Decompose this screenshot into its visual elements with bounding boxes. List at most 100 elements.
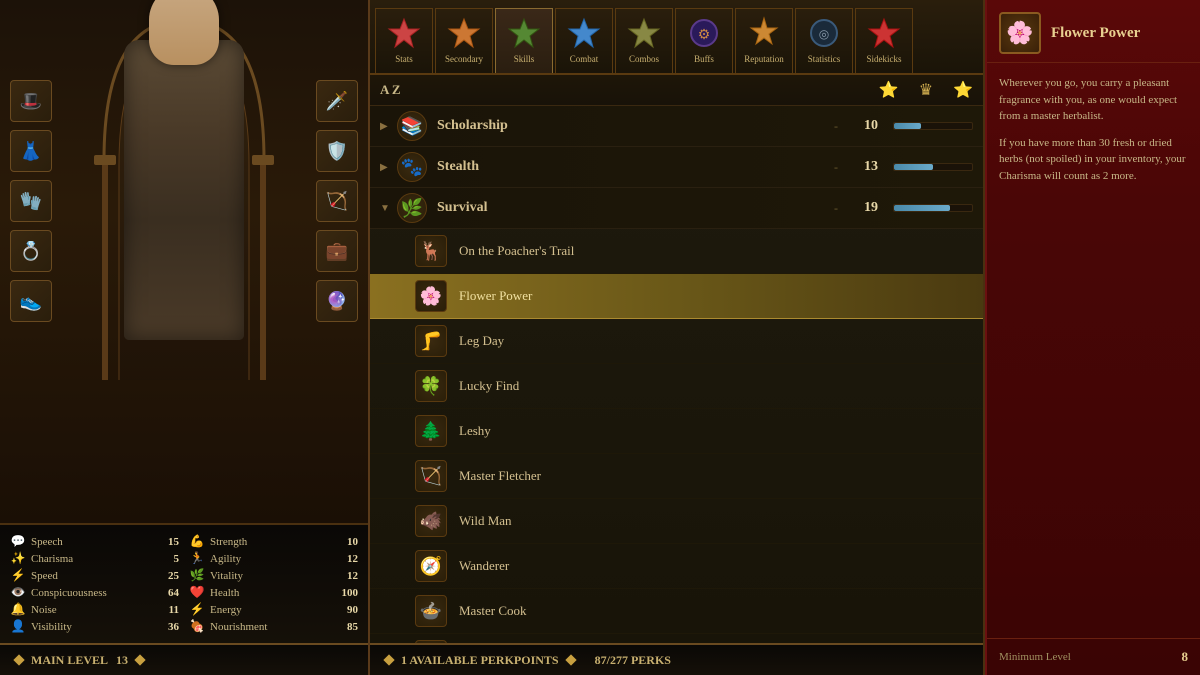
skill-wanderer[interactable]: 🧭 Wanderer	[370, 544, 983, 589]
strength-icon: 💪	[189, 534, 205, 549]
skill-flower-power[interactable]: 🌸 Flower Power	[370, 274, 983, 319]
diamond-icon-left	[13, 654, 24, 665]
health-value: 100	[330, 587, 358, 599]
noise-icon: 🔔	[10, 602, 26, 617]
survival-dash: -	[834, 201, 838, 216]
tab-secondary[interactable]: Secondary	[435, 8, 493, 73]
stat-visibility: 👤 Visibility 36	[10, 618, 179, 635]
skill-name-fletcher: Master Fletcher	[459, 468, 973, 484]
speech-label: Speech	[31, 536, 146, 548]
equip-slot-armor[interactable]: 👗	[10, 130, 52, 172]
filter-star-icon[interactable]: ⭐	[879, 80, 899, 100]
tab-buffs-label: Buffs	[694, 54, 714, 64]
speech-icon: 💬	[10, 534, 26, 549]
skill-wild-man[interactable]: 🐗 Wild Man	[370, 499, 983, 544]
min-level-label: Minimum Level	[999, 651, 1071, 663]
scholarship-dash: -	[834, 119, 838, 134]
skill-name-leg: Leg Day	[459, 333, 973, 349]
stat-vitality: 🌿 Vitality 12	[189, 567, 358, 584]
left-panel: 🎩 👗 🧤 💍 👟 🗡️ 🛡️ 🏹 💼 🔮	[0, 0, 370, 675]
stat-conspicuousness: 👁️ Conspicuousness 64	[10, 584, 179, 601]
skill-on-the-poachers-trail[interactable]: 🦌 On the Poacher's Trail	[370, 229, 983, 274]
skill-bounty-wild[interactable]: 🌾 Bounty of the Wild	[370, 634, 983, 643]
main-level-item: MAIN LEVEL 13	[15, 653, 144, 668]
stat-speed: ⚡ Speed 25	[10, 567, 179, 584]
tab-secondary-icon	[445, 14, 483, 52]
conspicuousness-icon: 👁️	[10, 585, 26, 600]
skills-list[interactable]: ▶ 📚 Scholarship - 10 ▶ 🐾 Stealth - 13	[370, 106, 983, 643]
energy-icon: ⚡	[189, 602, 205, 617]
category-scholarship[interactable]: ▶ 📚 Scholarship - 10	[370, 106, 983, 147]
skill-icon-fletcher: 🏹	[415, 460, 447, 492]
speed-label: Speed	[31, 570, 146, 582]
stealth-bar	[894, 164, 933, 170]
stat-speech: 💬 Speech 15	[10, 533, 179, 550]
skill-master-cook[interactable]: 🍲 Master Cook	[370, 589, 983, 634]
tab-secondary-label: Secondary	[445, 54, 483, 64]
equip-slot-sword[interactable]: 🗡️	[316, 80, 358, 122]
perk-diamond-right	[565, 654, 576, 665]
tab-combat[interactable]: Combat	[555, 8, 613, 73]
perk-points-label: 1 AVAILABLE PERKPOINTS	[401, 653, 559, 668]
vitality-value: 12	[330, 570, 358, 582]
skill-name-wild: Wild Man	[459, 513, 973, 529]
tab-statistics[interactable]: ◎ Statistics	[795, 8, 853, 73]
skill-icon-poacher: 🦌	[415, 235, 447, 267]
skill-lucky-find[interactable]: 🍀 Lucky Find	[370, 364, 983, 409]
stat-nourishment: 🍖 Nourishment 85	[189, 618, 358, 635]
filter-star2-icon[interactable]: ⭐	[953, 80, 973, 100]
stealth-name: Stealth	[437, 159, 834, 175]
skill-name-leshy: Leshy	[459, 423, 973, 439]
conspicuousness-value: 64	[151, 587, 179, 599]
skill-name-lucky: Lucky Find	[459, 378, 973, 394]
skill-name-wanderer: Wanderer	[459, 558, 973, 574]
equip-slot-helmet[interactable]: 🎩	[10, 80, 52, 122]
tab-skills[interactable]: Skills	[495, 8, 553, 73]
noise-label: Noise	[31, 604, 146, 616]
tab-statistics-label: Statistics	[808, 54, 841, 64]
charisma-icon: ✨	[10, 551, 26, 566]
filter-crown-icon[interactable]: ♛	[919, 80, 933, 100]
detail-description: Wherever you go, you carry a pleasant fr…	[987, 63, 1200, 638]
agility-icon: 🏃	[189, 551, 205, 566]
tab-combos[interactable]: Combos	[615, 8, 673, 73]
category-stealth[interactable]: ▶ 🐾 Stealth - 13	[370, 147, 983, 188]
health-icon: ❤️	[189, 585, 205, 600]
right-panel: 🌸 Flower Power Wherever you go, you carr…	[985, 0, 1200, 675]
filter-az-label[interactable]: A Z	[380, 82, 401, 98]
tab-buffs[interactable]: ⚙ Buffs	[675, 8, 733, 73]
equip-slot-boots[interactable]: 👟	[10, 280, 52, 322]
equip-slot-bag[interactable]: 💼	[316, 230, 358, 272]
vitality-icon: 🌿	[189, 568, 205, 583]
scholarship-bar-container	[893, 122, 973, 130]
tab-bar: Stats Secondary Skills	[370, 0, 983, 75]
agility-value: 12	[330, 553, 358, 565]
charisma-label: Charisma	[31, 553, 146, 565]
stat-energy: ⚡ Energy 90	[189, 601, 358, 618]
tab-sidekicks[interactable]: Sidekicks	[855, 8, 913, 73]
tab-stats[interactable]: Stats	[375, 8, 433, 73]
equip-slot-shield[interactable]: 🛡️	[316, 130, 358, 172]
skill-master-fletcher[interactable]: 🏹 Master Fletcher	[370, 454, 983, 499]
equip-slot-trinket[interactable]: 🔮	[316, 280, 358, 322]
stat-strength: 💪 Strength 10	[189, 533, 358, 550]
stealth-dash: -	[834, 160, 838, 175]
tab-reputation[interactable]: Reputation	[735, 8, 793, 73]
speech-value: 15	[151, 536, 179, 548]
stealth-category-icon: 🐾	[397, 152, 427, 182]
skill-icon-lucky: 🍀	[415, 370, 447, 402]
survival-expand-icon: ▼	[380, 203, 392, 214]
skill-icon-leg: 🦵	[415, 325, 447, 357]
skill-name-poacher: On the Poacher's Trail	[459, 243, 973, 259]
equip-slot-bow[interactable]: 🏹	[316, 180, 358, 222]
equip-slot-gloves[interactable]: 🧤	[10, 180, 52, 222]
skill-leshy[interactable]: 🌲 Leshy	[370, 409, 983, 454]
skill-leg-day[interactable]: 🦵 Leg Day	[370, 319, 983, 364]
scholarship-bar	[894, 123, 921, 129]
visibility-label: Visibility	[31, 621, 146, 633]
character-figure	[104, 20, 264, 360]
equip-slot-ring[interactable]: 💍	[10, 230, 52, 272]
charisma-value: 5	[151, 553, 179, 565]
category-survival[interactable]: ▼ 🌿 Survival - 19	[370, 188, 983, 229]
character-body	[124, 40, 244, 340]
